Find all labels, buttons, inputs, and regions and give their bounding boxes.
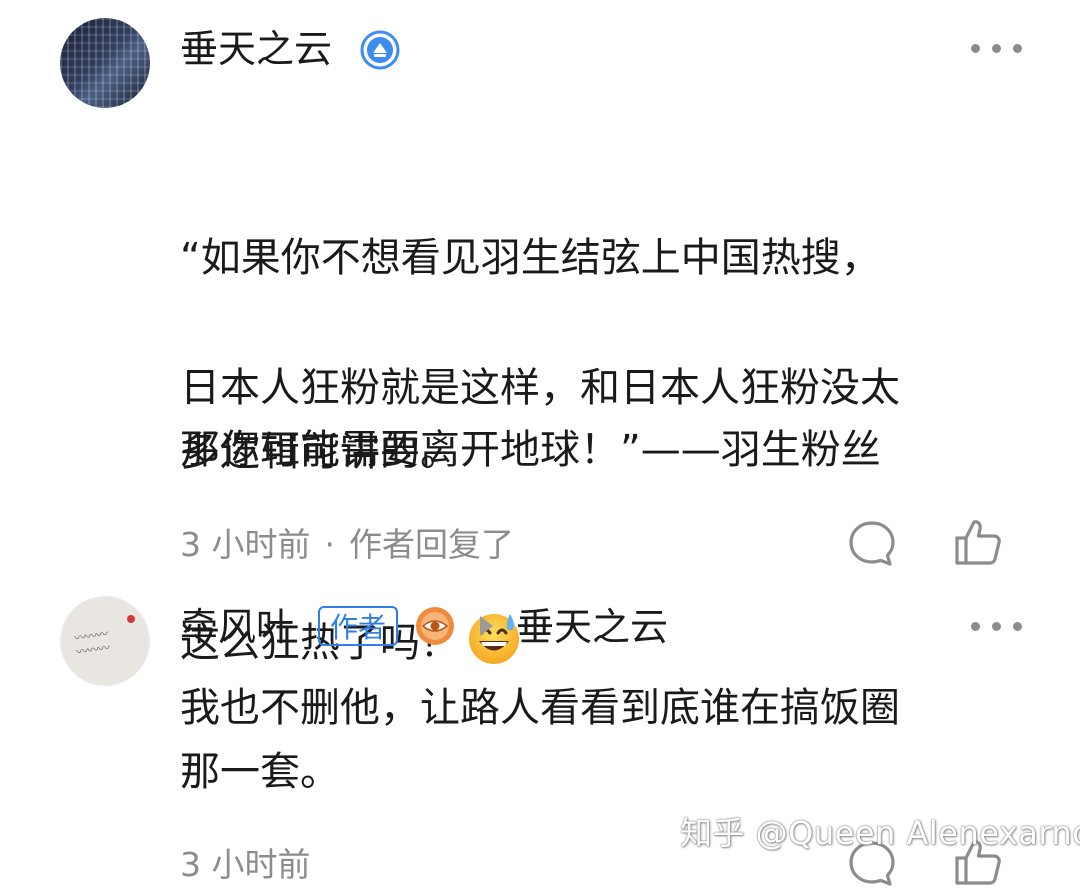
author-replied-link[interactable]: 作者回复了	[349, 525, 514, 564]
author-name[interactable]: 牵风叶	[180, 608, 294, 646]
comment-time: 3 小时前	[180, 525, 311, 564]
comment-icon[interactable]	[846, 518, 898, 570]
verified-badge-icon	[360, 30, 400, 70]
reply-arrow-icon	[480, 616, 493, 636]
author-tag: 作者	[318, 606, 399, 646]
avatar[interactable]	[60, 18, 150, 108]
comment-meta: 3 小时前 · 作者回复了	[180, 528, 514, 561]
eye-medal-icon[interactable]	[414, 605, 456, 647]
comment-line: “如果你不想看见羽生结弦上中国热搜，	[180, 235, 881, 281]
more-options-icon[interactable]	[971, 622, 1022, 631]
like-icon[interactable]	[952, 516, 1004, 568]
comment-meta: 3 小时前	[180, 848, 311, 881]
author-name[interactable]: 垂天之云	[180, 30, 332, 68]
more-options-icon[interactable]	[971, 44, 1022, 53]
comment-text: 我也不删他，让路人看看到底谁在搞饭圈 那一套。	[180, 685, 900, 795]
comment-time: 3 小时前	[180, 845, 311, 884]
avatar[interactable]: 〰〰〰 〰〰〰	[60, 596, 150, 686]
reply-to-name[interactable]: 垂天之云	[516, 608, 668, 646]
avatar-sun-mark	[127, 615, 135, 623]
avatar-scribble: 〰〰〰 〰〰〰	[73, 626, 110, 660]
watermark: 知乎 @Queen Alenexarnd	[680, 814, 1080, 852]
grinning-sweat-emoji-icon	[469, 614, 519, 664]
comment-text-paragraph: 日本人狂粉就是这样，和日本人狂粉没太 多逻辑可讲的。	[180, 365, 900, 475]
meta-separator: ·	[324, 525, 336, 564]
